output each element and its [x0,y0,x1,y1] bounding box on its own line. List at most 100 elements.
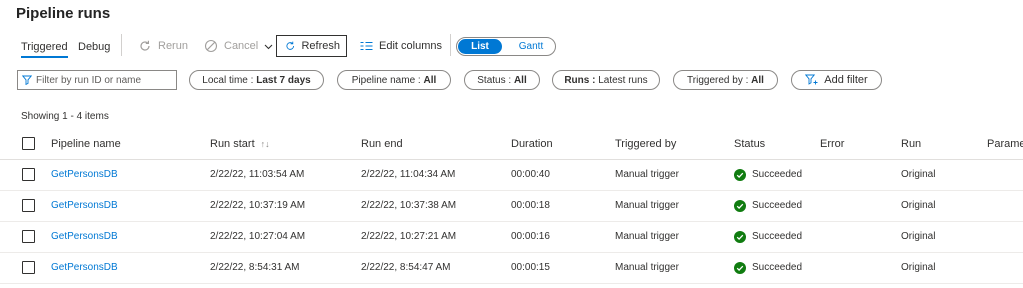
status-filter-value: All [513,74,527,86]
rerun-label: Rerun [158,40,188,52]
add-filter-icon [805,74,818,85]
filter-icon [22,75,32,85]
sort-icon[interactable]: ↑↓ [261,139,270,149]
row-checkbox[interactable] [22,168,35,181]
table-row[interactable]: GetPersonsDB 2/22/22, 10:37:19 AM 2/22/2… [0,190,1023,222]
status-text: Succeeded [752,231,803,242]
pipeline-name-filter-value: All [423,74,437,86]
status-filter[interactable]: Status : All [464,70,540,90]
search-input[interactable] [36,74,171,86]
col-run[interactable]: Run [901,128,921,159]
triggered-by: Manual trigger [615,169,679,180]
col-duration[interactable]: Duration [511,128,553,159]
col-run-end[interactable]: Run end [361,128,403,159]
rerun-button[interactable]: Rerun [138,35,188,57]
table-row[interactable]: GetPersonsDB 2/22/22, 8:54:31 AM 2/22/22… [0,252,1023,284]
pipeline-name-filter-label: Pipeline name : [351,74,424,86]
refresh-icon [286,41,295,50]
pipeline-name-link[interactable]: GetPersonsDB [51,221,118,252]
add-filter-button[interactable]: Add filter [791,70,882,90]
run-end: 2/22/22, 8:54:47 AM [361,262,451,273]
run-start: 2/22/22, 10:37:19 AM [210,200,306,211]
duration: 00:00:18 [511,200,550,211]
triggered-by: Manual trigger [615,262,679,273]
runs-filter-value: Latest runs [598,74,648,86]
local-time-filter-value: Last 7 days [256,74,311,86]
run-type: Original [901,169,936,180]
local-time-filter-label: Local time : [202,74,257,86]
view-gantt-option[interactable]: Gantt [513,39,549,54]
chevron-down-icon [264,44,273,49]
pipeline-name-link[interactable]: GetPersonsDB [51,159,118,190]
col-error[interactable]: Error [820,128,844,159]
row-checkbox[interactable] [22,199,35,212]
run-start: 2/22/22, 8:54:31 AM [210,262,300,273]
duration: 00:00:15 [511,262,550,273]
item-count: Showing 1 - 4 items [21,111,109,122]
status-cell: Succeeded [734,252,802,283]
col-triggered-by[interactable]: Triggered by [615,128,676,159]
col-run-start[interactable]: Run start ↑↓ [210,128,270,159]
tab-debug[interactable]: Debug [78,41,110,53]
table-row[interactable]: GetPersonsDB 2/22/22, 11:03:54 AM 2/22/2… [0,159,1023,191]
status-filter-label: Status : [477,74,514,86]
checkmark-circle-icon [734,261,746,274]
duration: 00:00:40 [511,169,550,180]
col-pipeline-name[interactable]: Pipeline name [51,128,121,159]
tab-triggered[interactable]: Triggered [21,41,68,58]
refresh-label: Refresh [301,40,340,52]
status-text: Succeeded [752,200,803,211]
run-end: 2/22/22, 10:27:21 AM [361,231,457,242]
cancel-label: Cancel [224,40,259,52]
runs-filter[interactable]: Runs : Latest runs [552,70,660,90]
refresh-button[interactable]: Refresh [276,35,347,57]
col-status[interactable]: Status [734,128,765,159]
status-text: Succeeded [752,262,803,273]
edit-columns-icon [360,41,373,51]
run-start: 2/22/22, 11:03:54 AM [210,169,305,180]
col-run-start-label: Run start [210,137,255,150]
status-cell: Succeeded [734,159,802,190]
run-type: Original [901,231,936,242]
row-checkbox[interactable] [22,230,35,243]
col-parameters[interactable]: Parame [987,128,1023,159]
search-box[interactable] [17,70,177,90]
row-checkbox[interactable] [22,261,35,274]
view-toggle[interactable]: List Gantt [456,37,556,56]
pipeline-name-filter[interactable]: Pipeline name : All [337,70,451,90]
checkmark-circle-icon [734,168,746,181]
checkmark-circle-icon [734,230,746,243]
edit-columns-button[interactable]: Edit columns [360,35,442,57]
triggered-by-filter[interactable]: Triggered by : All [673,70,778,90]
page-title: Pipeline runs [16,5,111,22]
status-cell: Succeeded [734,221,802,252]
pipeline-name-link[interactable]: GetPersonsDB [51,190,118,221]
triggered-by: Manual trigger [615,200,679,211]
triggered-by: Manual trigger [615,231,679,242]
runs-filter-label: Runs : [564,74,599,86]
table-row[interactable]: GetPersonsDB 2/22/22, 10:27:04 AM 2/22/2… [0,221,1023,253]
rerun-icon [140,40,150,51]
duration: 00:00:16 [511,231,550,242]
toolbar-divider [121,34,122,56]
view-list-option[interactable]: List [458,39,502,54]
triggered-by-filter-value: All [751,74,764,86]
cancel-button[interactable]: Cancel [204,35,273,57]
pipeline-name-link[interactable]: GetPersonsDB [51,252,118,283]
status-text: Succeeded [752,169,803,180]
table-header: Pipeline name Run start ↑↓ Run end Durat… [0,128,1023,160]
cancel-icon [204,39,218,53]
run-start: 2/22/22, 10:27:04 AM [210,231,306,242]
toolbar-divider [450,34,451,56]
run-end: 2/22/22, 11:04:34 AM [361,169,456,180]
run-end: 2/22/22, 10:37:38 AM [361,200,457,211]
local-time-filter[interactable]: Local time : Last 7 days [189,70,324,90]
add-filter-label: Add filter [824,74,868,86]
select-all-checkbox[interactable] [22,137,35,150]
triggered-by-filter-label: Triggered by : [687,74,752,86]
run-type: Original [901,262,936,273]
status-cell: Succeeded [734,190,802,221]
run-type: Original [901,200,936,211]
checkmark-circle-icon [734,199,746,212]
edit-columns-label: Edit columns [379,40,442,52]
